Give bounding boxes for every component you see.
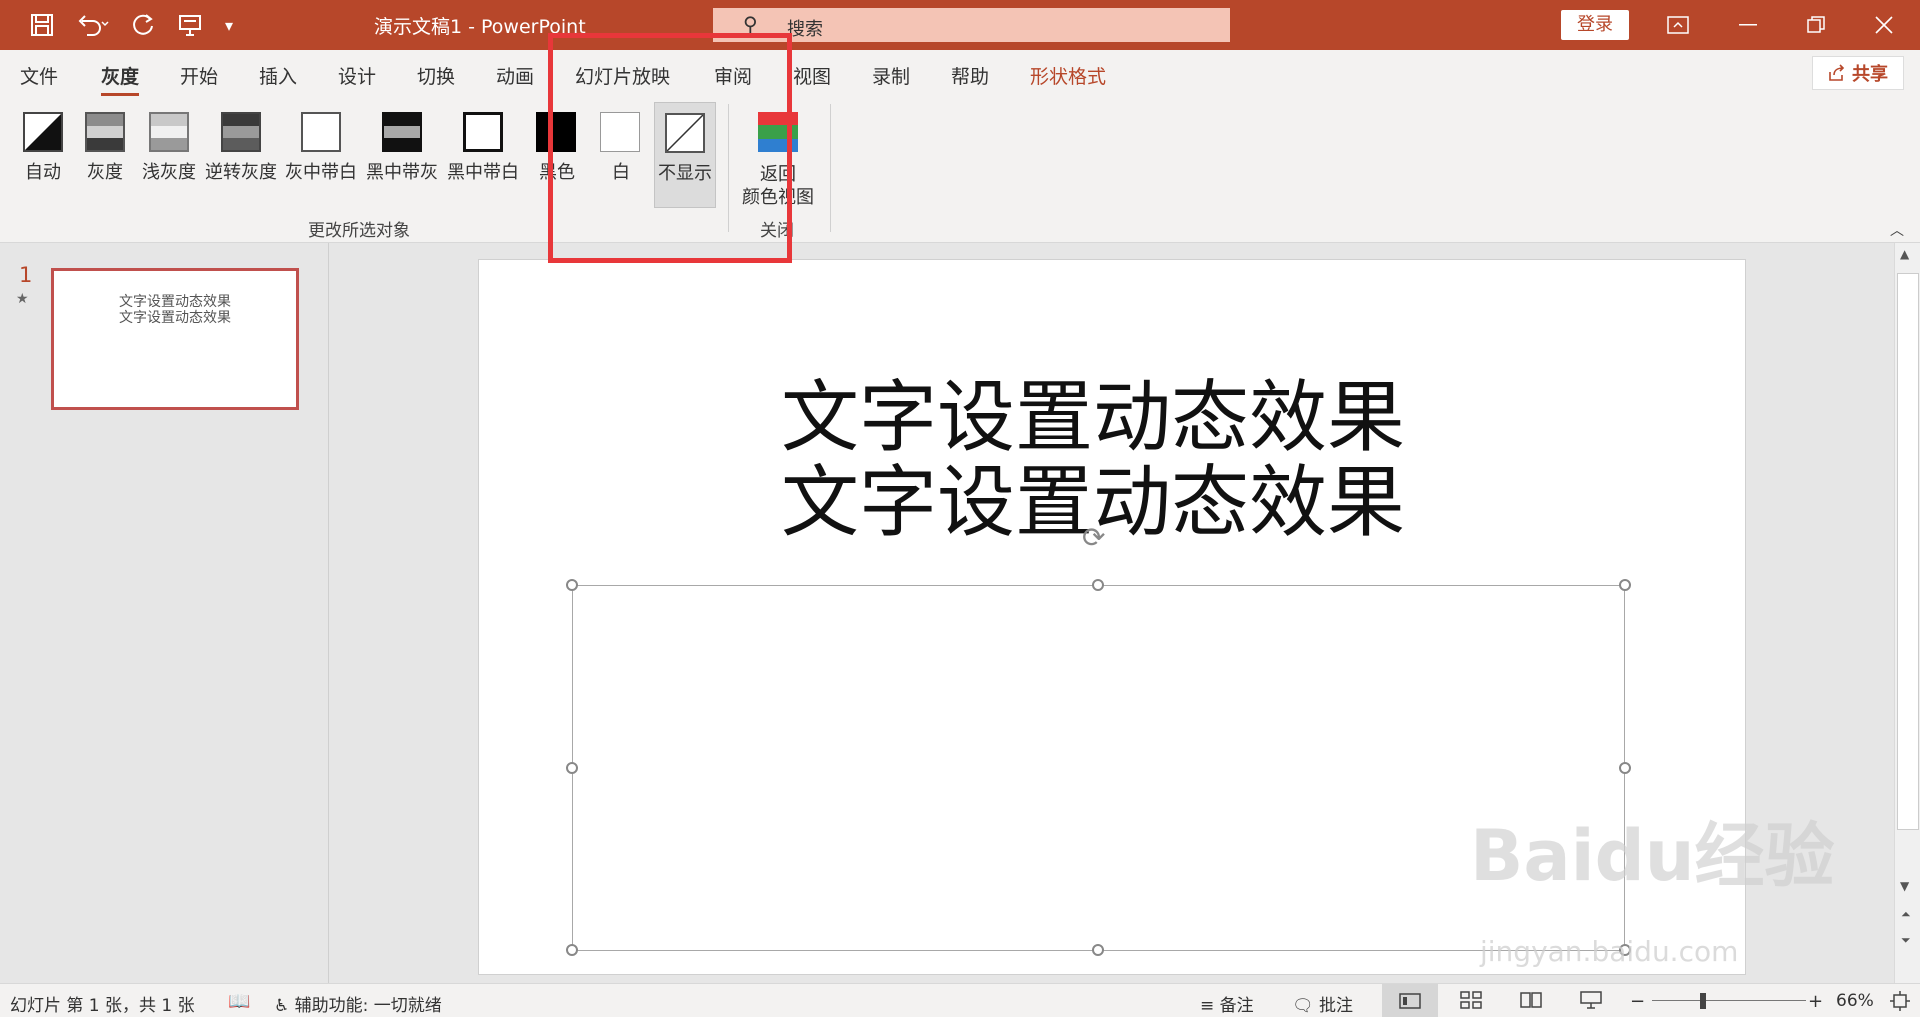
slides-panel: 1 ★ 文字设置动态效果 文字设置动态效果	[0, 243, 329, 983]
tab-transitions[interactable]: 切换	[417, 62, 455, 89]
black-with-white-button[interactable]: 黑中带白	[446, 102, 520, 208]
zoom-in-button[interactable]: +	[1808, 991, 1823, 1012]
grayscale-swatch	[85, 112, 125, 152]
zoom-level[interactable]: 66%	[1836, 991, 1874, 1011]
resize-handle-top-right[interactable]	[1619, 579, 1631, 591]
watermark-url: jingyan.baidu.com	[1480, 935, 1739, 968]
tab-animations[interactable]: 动画	[496, 62, 534, 89]
close-icon[interactable]	[1864, 10, 1904, 40]
selected-text-placeholder[interactable]	[572, 585, 1625, 951]
scroll-thumb[interactable]	[1897, 273, 1919, 830]
black-with-gray-button[interactable]: 黑中带灰	[365, 102, 439, 208]
light-grayscale-button[interactable]: 浅灰度	[140, 102, 198, 208]
title-bar: ▾ 演示文稿1 - PowerPoint ⚲ 搜索 登录	[0, 0, 1920, 50]
restore-icon[interactable]	[1796, 10, 1836, 40]
login-button[interactable]: 登录	[1561, 10, 1629, 40]
scroll-down-icon[interactable]: ▼	[1900, 879, 1909, 893]
grayscale-label: 灰度	[87, 162, 123, 183]
share-icon	[1829, 64, 1845, 81]
zoom-slider-thumb[interactable]	[1699, 993, 1706, 1009]
black-with-gray-label: 黑中带灰	[366, 162, 438, 183]
previous-slide-icon[interactable]: ⏶	[1901, 907, 1911, 922]
watermark-logo: Baidu经验	[1470, 815, 1835, 897]
thumb-line2: 文字设置动态效果	[119, 310, 231, 326]
gray-with-white-swatch	[301, 112, 341, 152]
slide-thumbnail[interactable]: 文字设置动态效果 文字设置动态效果	[51, 268, 299, 410]
black-with-white-label: 黑中带白	[447, 162, 519, 183]
normal-view-icon	[1399, 992, 1421, 1009]
gray-with-white-button[interactable]: 灰中带白	[284, 102, 358, 208]
resize-handle-bottom[interactable]	[1092, 944, 1104, 956]
tab-home[interactable]: 开始	[180, 62, 218, 89]
light-grayscale-swatch	[149, 112, 189, 152]
present-icon[interactable]	[172, 10, 208, 40]
redo-icon[interactable]	[126, 10, 162, 40]
fit-slide-icon[interactable]	[1890, 991, 1910, 1016]
ribbon-tabs: 文件 灰度 开始 插入 设计 切换 动画 幻灯片放映 审阅 视图 录制 帮助 形…	[0, 50, 1920, 96]
resize-handle-right[interactable]	[1619, 762, 1631, 774]
resize-handle-bottom-left[interactable]	[566, 944, 578, 956]
auto-label: 自动	[25, 162, 61, 183]
resize-handle-top-left[interactable]	[566, 579, 578, 591]
group-label-change-selected: 更改所选对象	[308, 221, 410, 241]
notes-button[interactable]: ≡ 备注	[1200, 991, 1254, 1016]
tab-shape-format[interactable]: 形状格式	[1030, 62, 1106, 89]
tab-record[interactable]: 录制	[872, 62, 910, 89]
accessibility-icon: ♿	[274, 996, 290, 1016]
scroll-up-icon[interactable]: ▲	[1900, 247, 1909, 261]
undo-icon[interactable]	[70, 10, 116, 40]
black-with-white-swatch	[463, 112, 503, 152]
status-bar: 幻灯片 第 1 张，共 1 张 📖 ♿ 辅助功能: 一切就绪 ≡ 备注 🗨 批注…	[0, 983, 1920, 1017]
reading-view-icon[interactable]	[1520, 991, 1542, 1014]
spellcheck-icon[interactable]: 📖	[228, 991, 250, 1012]
next-slide-icon[interactable]: ⏷	[1901, 933, 1911, 948]
notes-label: 备注	[1219, 996, 1254, 1016]
slide-sorter-icon[interactable]	[1460, 991, 1482, 1014]
highlight-annotation	[548, 33, 792, 263]
resize-handle-left[interactable]	[566, 762, 578, 774]
tab-file[interactable]: 文件	[20, 62, 58, 89]
grayscale-button[interactable]: 灰度	[80, 102, 130, 208]
inverse-grayscale-label: 逆转灰度	[205, 162, 277, 183]
slide-number: 1	[19, 263, 33, 287]
rotate-handle-icon[interactable]: ⟳	[1082, 521, 1105, 554]
accessibility-label: 辅助功能: 一切就绪	[294, 996, 442, 1016]
black-with-gray-swatch	[382, 112, 422, 152]
inverse-grayscale-swatch	[221, 112, 261, 152]
animation-star-icon: ★	[16, 291, 29, 307]
zoom-slider[interactable]	[1652, 1000, 1806, 1001]
accessibility-status[interactable]: ♿ 辅助功能: 一切就绪	[274, 991, 442, 1016]
tab-view[interactable]: 视图	[793, 62, 831, 89]
minimize-icon[interactable]	[1728, 10, 1768, 40]
ribbon-display-icon[interactable]	[1658, 10, 1698, 40]
tab-insert[interactable]: 插入	[259, 62, 297, 89]
search-placeholder: 搜索	[787, 19, 823, 40]
inverse-grayscale-button[interactable]: 逆转灰度	[204, 102, 278, 208]
share-label: 共享	[1852, 64, 1888, 85]
notes-icon: ≡	[1200, 996, 1215, 1016]
group-separator-2	[830, 104, 831, 232]
share-button[interactable]: 共享	[1812, 56, 1904, 90]
auto-button[interactable]: 自动	[16, 102, 70, 208]
normal-view-button[interactable]	[1382, 984, 1438, 1017]
collapse-ribbon-icon[interactable]: ︿	[1890, 220, 1904, 240]
resize-handle-top[interactable]	[1092, 579, 1104, 591]
light-grayscale-label: 浅灰度	[142, 162, 196, 183]
vertical-scrollbar[interactable]: ▲ ▼ ⏶ ⏷	[1894, 243, 1920, 983]
comments-label: 批注	[1319, 996, 1353, 1016]
comment-icon: 🗨	[1292, 996, 1314, 1016]
tab-grayscale[interactable]: 灰度	[101, 62, 140, 96]
zoom-out-button[interactable]: −	[1630, 991, 1645, 1012]
customize-toolbar-icon[interactable]: ▾	[214, 10, 244, 40]
auto-swatch	[23, 112, 63, 152]
save-icon[interactable]	[24, 10, 60, 40]
tab-help[interactable]: 帮助	[951, 62, 989, 89]
tab-design[interactable]: 设计	[338, 62, 376, 89]
comments-button[interactable]: 🗨 批注	[1292, 991, 1353, 1016]
ribbon-grayscale: 自动 灰度 浅灰度 逆转灰度 灰中带白 黑中带灰 黑中带白 黑色 白 不显示 更…	[0, 96, 1920, 243]
gray-with-white-label: 灰中带白	[285, 162, 357, 183]
slideshow-view-icon[interactable]	[1580, 991, 1602, 1014]
slide-count-status: 幻灯片 第 1 张，共 1 张	[10, 996, 195, 1016]
